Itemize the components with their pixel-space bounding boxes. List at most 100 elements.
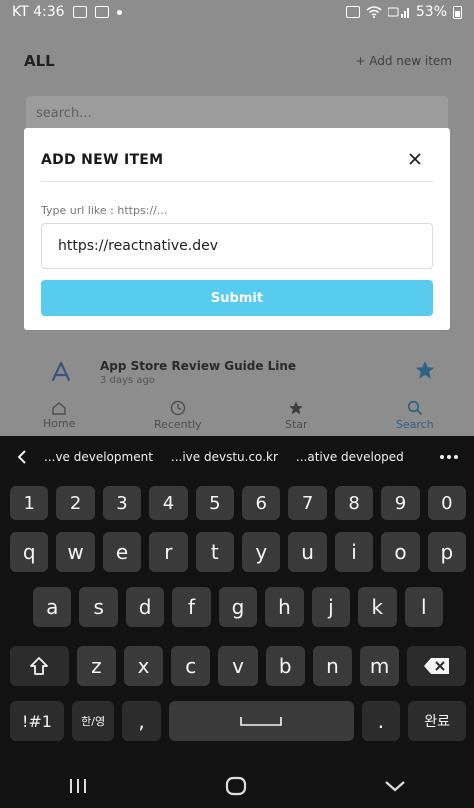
tab-bar: Home Recently Star Search [0, 394, 474, 436]
url-hint: Type url like : https://... [41, 204, 168, 217]
list-item[interactable]: App Store Review Guide Line 3 days ago [24, 350, 450, 394]
key-z[interactable]: z [76, 646, 116, 686]
carrier-time: KT 4:36 [12, 4, 65, 20]
key-j[interactable]: j [311, 587, 351, 627]
clock-icon [170, 400, 185, 415]
done-key[interactable]: 완료 [408, 701, 466, 741]
key-d[interactable]: d [125, 587, 165, 627]
modal-title: ADD NEW ITEM [41, 152, 164, 168]
dot-icon [116, 9, 122, 15]
add-new-item-link[interactable]: + Add new item [355, 54, 452, 68]
language-key[interactable]: 한/영 [71, 701, 115, 741]
image-icon [94, 6, 109, 18]
more-icon[interactable] [440, 455, 458, 459]
backspace-icon [423, 658, 449, 674]
key-p[interactable]: p [427, 532, 467, 572]
key-6[interactable]: 6 [242, 486, 281, 520]
suggestion-bar: ...ve development ...ive devstu.co.kr ..… [0, 436, 474, 478]
keyboard: ...ve development ...ive devstu.co.kr ..… [0, 436, 474, 764]
divider [41, 181, 433, 182]
shift-key[interactable] [10, 646, 69, 686]
key-v[interactable]: v [218, 646, 258, 686]
key-m[interactable]: m [360, 646, 400, 686]
key-5[interactable]: 5 [195, 486, 235, 520]
tab-label: Recently [153, 417, 202, 431]
item-name: App Store Review Guide Line [100, 358, 297, 373]
space-key[interactable] [168, 701, 354, 741]
key-f[interactable]: f [172, 587, 211, 627]
key-2[interactable]: 2 [56, 486, 95, 520]
symbols-key[interactable]: !#1 [10, 701, 64, 741]
key-o[interactable]: o [381, 532, 420, 572]
key-c[interactable]: c [171, 646, 211, 686]
key-4[interactable]: 4 [149, 486, 188, 520]
letter-row-1: q w e r t y u i o p [10, 532, 467, 572]
recent-apps-icon[interactable] [68, 777, 88, 795]
key-7[interactable]: 7 [288, 486, 327, 520]
key-8[interactable]: 8 [334, 486, 374, 520]
suggestion-3[interactable]: ...ative developed [296, 450, 404, 464]
star-icon [289, 400, 303, 414]
wifi-icon [366, 6, 382, 18]
key-9[interactable]: 9 [381, 486, 420, 520]
status-bar: KT 4:36 53% [0, 0, 474, 24]
signal-icon [387, 7, 409, 18]
alarm-icon [345, 6, 360, 18]
key-0[interactable]: 0 [427, 486, 467, 520]
star-icon[interactable] [414, 359, 436, 385]
add-item-modal: ADD NEW ITEM Type url like : https://...… [24, 128, 450, 330]
header: ALL + Add new item [24, 52, 452, 70]
key-h[interactable]: h [265, 587, 304, 627]
home-icon [52, 401, 66, 415]
tab-search[interactable]: Search [356, 394, 474, 436]
key-3[interactable]: 3 [102, 486, 142, 520]
key-g[interactable]: g [218, 587, 258, 627]
battery-percent: 53% [415, 4, 447, 20]
backspace-key[interactable] [407, 646, 467, 686]
key-q[interactable]: q [10, 532, 49, 572]
tab-label: Search [395, 417, 434, 431]
period-key[interactable]: . [361, 701, 401, 741]
item-date: 3 days ago [100, 374, 155, 386]
chevron-down-icon[interactable] [384, 779, 406, 793]
submit-button[interactable]: Submit [41, 280, 433, 316]
close-icon[interactable] [406, 150, 424, 168]
app-screen: KT 4:36 53% ALL + Add new item search...… [0, 0, 474, 436]
notification-icon [72, 6, 87, 18]
key-w[interactable]: w [56, 532, 95, 572]
home-button-icon[interactable] [225, 776, 247, 796]
key-k[interactable]: k [358, 587, 397, 627]
key-n[interactable]: n [312, 646, 353, 686]
key-a[interactable]: a [33, 587, 72, 627]
key-s[interactable]: s [79, 587, 118, 627]
number-row: 1 2 3 4 5 6 7 8 9 0 [10, 486, 467, 520]
comma-key[interactable]: , [122, 701, 161, 741]
key-u[interactable]: u [288, 532, 327, 572]
chevron-left-icon[interactable] [0, 449, 44, 465]
key-r[interactable]: r [149, 532, 188, 572]
letter-row-2: a s d f g h j k l [10, 587, 466, 627]
system-nav-bar [0, 764, 474, 808]
key-y[interactable]: y [242, 532, 281, 572]
tab-home[interactable]: Home [0, 394, 119, 436]
key-e[interactable]: e [102, 532, 142, 572]
letter-row-3: z x c v b n m [10, 646, 467, 686]
space-icon [240, 717, 283, 726]
key-x[interactable]: x [124, 646, 164, 686]
key-1[interactable]: 1 [10, 486, 49, 520]
shift-icon [30, 657, 49, 675]
key-t[interactable]: t [195, 532, 235, 572]
tab-star[interactable]: Star [237, 394, 356, 436]
page-title: ALL [24, 52, 55, 70]
tab-label: Star [284, 417, 308, 431]
key-i[interactable]: i [334, 532, 374, 572]
url-input[interactable] [41, 223, 433, 269]
key-b[interactable]: b [265, 646, 305, 686]
search-icon [407, 400, 422, 415]
suggestion-1[interactable]: ...ve development [44, 450, 153, 464]
key-l[interactable]: l [404, 587, 443, 627]
suggestion-2[interactable]: ...ive devstu.co.kr [171, 450, 278, 464]
tab-recently[interactable]: Recently [119, 394, 238, 436]
tab-label: Home [43, 416, 76, 430]
battery-icon [453, 6, 462, 19]
